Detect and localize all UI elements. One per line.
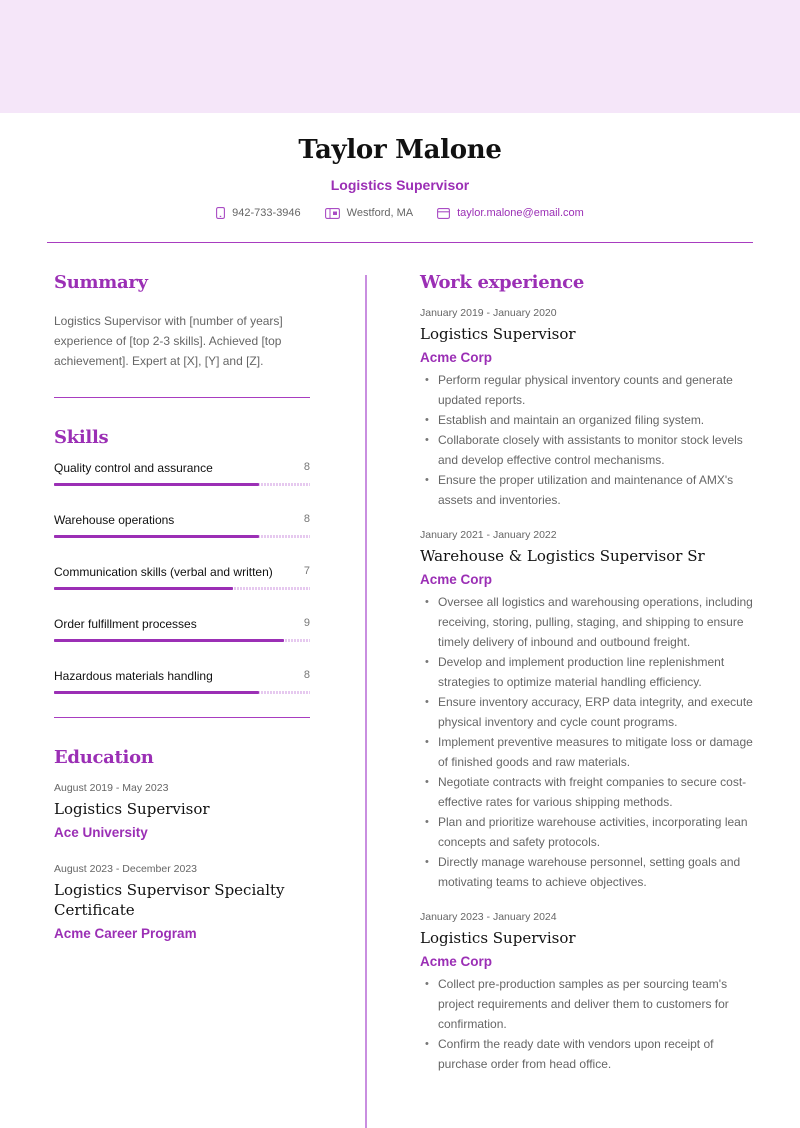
work-bullets: Collect pre-production samples as per so…: [420, 974, 755, 1074]
skill-bar-fill: [54, 587, 234, 590]
education-heading: Education: [54, 747, 154, 768]
work-date: January 2023 - January 2024: [420, 911, 557, 923]
skill-name: Communication skills (verbal and written…: [54, 565, 273, 579]
header-divider: [47, 242, 753, 243]
contact-info: 942-733-3946 Westford, MA taylor.malone@…: [0, 207, 800, 219]
skill-name: Hazardous materials handling: [54, 669, 213, 683]
location: Westford, MA: [346, 207, 414, 219]
skill-level: 7: [303, 565, 310, 577]
summary-section: Summary Logistics Supervisor with [numbe…: [54, 272, 310, 371]
candidate-title: Logistics Supervisor: [330, 177, 470, 193]
contact-phone: 942-733-3946: [216, 207, 301, 219]
work-company: Acme Corp: [420, 572, 493, 587]
work-bullet: Collaborate closely with assistants to m…: [420, 430, 755, 470]
work-bullet: Directly manage warehouse personnel, set…: [420, 852, 755, 892]
work-bullet: Negotiate contracts with freight compani…: [420, 772, 755, 812]
contact-location: Westford, MA: [324, 207, 414, 219]
work-bullet: Collect pre-production samples as per so…: [420, 974, 755, 1034]
contact-email[interactable]: taylor.malone@email.com: [437, 207, 584, 219]
summary-text: Logistics Supervisor with [number of yea…: [54, 314, 283, 368]
skill-item: Quality control and assurance 8: [54, 461, 310, 513]
work-list: January 2019 - January 2020 Logistics Sup…: [420, 307, 755, 1074]
column-divider: [365, 275, 367, 1128]
education-degree: Logistics Supervisor Specialty Certifica…: [54, 881, 285, 919]
work-bullets: Oversee all logistics and warehousing op…: [420, 592, 755, 892]
work-bullet: Perform regular physical inventory count…: [420, 370, 755, 410]
skill-item: Hazardous materials handling 8: [54, 669, 310, 721]
education-school: Ace University: [54, 825, 148, 840]
skill-bar-fill: [54, 691, 259, 694]
skills-heading: Skills: [54, 427, 109, 448]
skill-bar-fill: [54, 639, 285, 642]
skill-item: Order fulfillment processes 9: [54, 617, 310, 669]
education-degree: Logistics Supervisor: [54, 800, 210, 818]
right-column: Work experience January 2019 - January 2…: [420, 272, 755, 1074]
section-divider: [54, 397, 310, 398]
education-item: August 2023 - December 2023 Logistics Sup…: [54, 863, 310, 941]
skill-bar: [54, 483, 310, 486]
skill-bar-fill: [54, 535, 259, 538]
work-date: January 2021 - January 2022: [420, 529, 557, 541]
education-list: August 2019 - May 2023 Logistics Supervis…: [54, 782, 310, 941]
skills-list: Quality control and assurance 8 Warehouse …: [54, 461, 310, 721]
work-bullet: Establish and maintain an organized fili…: [420, 410, 755, 430]
work-bullet: Plan and prioritize warehouse activities…: [420, 812, 755, 852]
skill-bar: [54, 639, 310, 642]
skill-level: 8: [303, 669, 310, 681]
education-item: August 2019 - May 2023 Logistics Supervis…: [54, 782, 310, 840]
skill-bar: [54, 691, 310, 694]
work-bullets: Perform regular physical inventory count…: [420, 370, 755, 510]
map-icon: [324, 207, 340, 219]
work-item: January 2019 - January 2020 Logistics Sup…: [420, 307, 755, 510]
skill-bar: [54, 535, 310, 538]
skills-section: Skills Quality control and assurance 8 War…: [54, 427, 310, 721]
skill-item: Warehouse operations 8: [54, 513, 310, 565]
work-bullet: Confirm the ready date with vendors upon…: [420, 1034, 755, 1074]
work-date: January 2019 - January 2020: [420, 307, 557, 319]
work-role: Logistics Supervisor: [420, 929, 576, 947]
work-item: January 2023 - January 2024 Logistics Sup…: [420, 911, 755, 1074]
education-section: Education August 2019 - May 2023 Logistic…: [54, 747, 310, 941]
work-section: Work experience January 2019 - January 2…: [420, 272, 755, 1074]
left-column: Summary Logistics Supervisor with [numbe…: [54, 272, 310, 941]
phone-icon: [216, 207, 226, 219]
work-company: Acme Corp: [420, 350, 493, 365]
work-role: Logistics Supervisor: [420, 325, 576, 343]
email-icon: [437, 207, 451, 219]
skill-name: Order fulfillment processes: [54, 617, 197, 631]
work-bullet: Ensure the proper utilization and mainte…: [420, 470, 755, 510]
work-role: Warehouse & Logistics Supervisor Sr: [420, 547, 705, 565]
skill-name: Warehouse operations: [54, 513, 175, 527]
education-school: Acme Career Program: [54, 926, 197, 941]
phone-number: 942-733-3946: [232, 207, 301, 219]
skill-bar: [54, 587, 310, 590]
skill-level: 9: [303, 617, 310, 629]
email-address[interactable]: taylor.malone@email.com: [457, 207, 584, 219]
skill-level: 8: [303, 513, 310, 525]
skill-bar-fill: [54, 483, 259, 486]
skill-level: 8: [303, 461, 310, 473]
education-date: August 2023 - December 2023: [54, 863, 198, 875]
skill-name: Quality control and assurance: [54, 461, 213, 475]
work-bullet: Implement preventive measures to mitigat…: [420, 732, 755, 772]
work-company: Acme Corp: [420, 954, 493, 969]
resume-header: Taylor Malone Logistics Supervisor 942-7…: [0, 113, 800, 219]
skill-item: Communication skills (verbal and written…: [54, 565, 310, 617]
summary-heading: Summary: [54, 272, 148, 293]
header-banner: [0, 0, 800, 113]
work-bullet: Oversee all logistics and warehousing op…: [420, 592, 755, 652]
work-bullet: Ensure inventory accuracy, ERP data inte…: [420, 692, 755, 732]
candidate-name: Taylor Malone: [298, 135, 502, 165]
education-date: August 2019 - May 2023: [54, 782, 169, 794]
work-heading: Work experience: [420, 272, 584, 293]
work-item: January 2021 - January 2022 Warehouse & L…: [420, 529, 755, 892]
work-bullet: Develop and implement production line re…: [420, 652, 755, 692]
